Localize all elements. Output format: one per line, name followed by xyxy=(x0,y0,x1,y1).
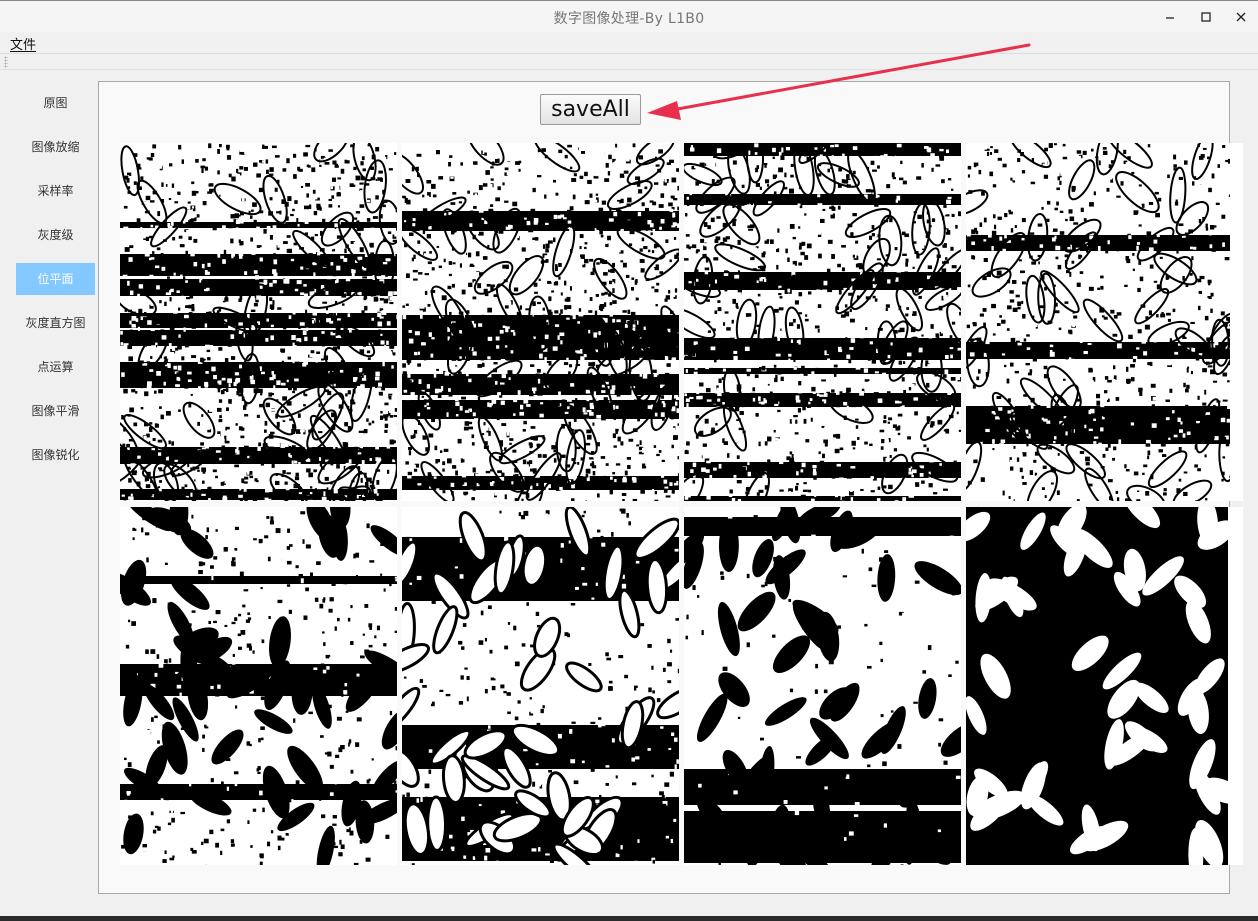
bitplane-image-4 xyxy=(120,507,397,865)
maximize-icon[interactable] xyxy=(1196,7,1216,27)
bitplane-image-0 xyxy=(120,143,397,501)
sidebar-item-sampling[interactable]: 采样率 xyxy=(16,175,95,207)
sidebar-item-scaling[interactable]: 图像放缩 xyxy=(16,131,95,163)
save-all-button[interactable]: saveAll xyxy=(540,94,641,125)
minimize-icon[interactable] xyxy=(1160,7,1180,27)
bitplane-image-3 xyxy=(966,143,1243,501)
menu-file[interactable]: 文件 xyxy=(10,34,36,53)
sidebar-item-original[interactable]: 原图 xyxy=(16,87,95,119)
sidebar-item-histogram[interactable]: 灰度直方图 xyxy=(16,307,95,339)
bitplane-image-7 xyxy=(966,507,1243,865)
window-title: 数字图像处理-By L1B0 xyxy=(553,11,705,27)
close-icon[interactable] xyxy=(1231,7,1251,27)
sidebar-item-graylevel[interactable]: 灰度级 xyxy=(16,219,95,251)
bitplane-image-6 xyxy=(684,507,961,865)
sidebar-item-bitplane[interactable]: 位平面 xyxy=(16,263,95,295)
bitplane-panel: saveAll xyxy=(98,81,1243,894)
bitplane-image-2 xyxy=(684,143,961,501)
bitplane-image-1 xyxy=(402,143,679,501)
sidebar-item-smoothing[interactable]: 图像平滑 xyxy=(16,395,95,427)
toolbar-divider xyxy=(0,69,1258,70)
title-bar: 数字图像处理-By L1B0 xyxy=(0,0,1258,33)
sidebar-item-sharpening[interactable]: 图像锐化 xyxy=(16,439,95,471)
bitplane-image-5 xyxy=(402,507,679,865)
window-bottom-edge xyxy=(0,916,1258,921)
sidebar-item-point-op[interactable]: 点运算 xyxy=(16,351,95,383)
toolbar-grip-icon[interactable] xyxy=(4,56,8,68)
menu-bar: 文件 xyxy=(0,32,1258,54)
